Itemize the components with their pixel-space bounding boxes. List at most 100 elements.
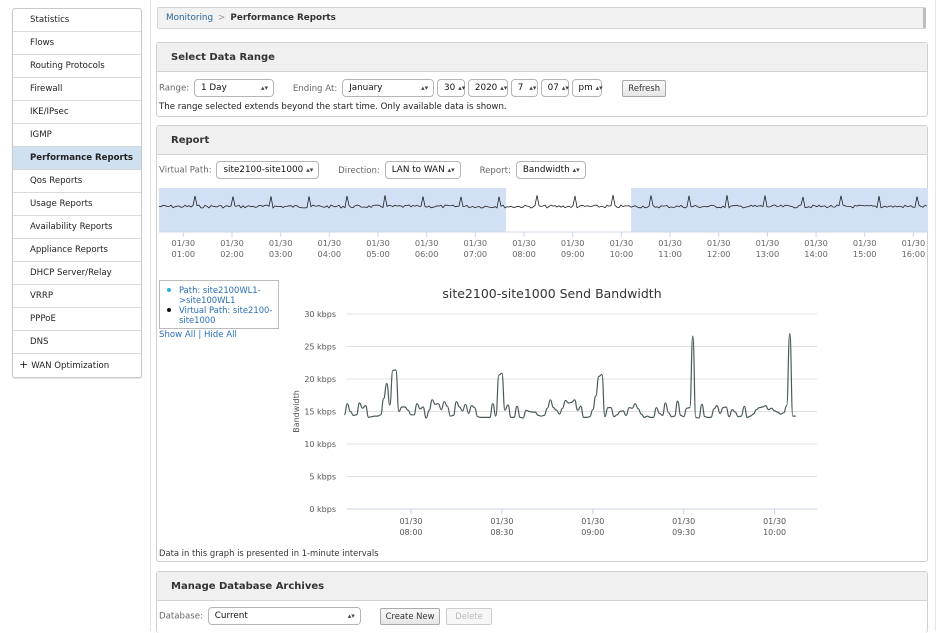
navigator-shade-right[interactable] (631, 188, 928, 232)
navigator-tick-label: 06:00 (415, 249, 439, 259)
range-note: The range selected extends beyond the st… (159, 102, 507, 112)
sidebar-item-availability-reports[interactable]: Availability Reports (13, 216, 141, 239)
ampm-select[interactable]: pm▴▾ (572, 79, 602, 97)
navigator-tick-label: 09:00 (561, 249, 585, 259)
x-tick-label: 09:30 (672, 528, 695, 537)
navigator-tick-label: 01/30 (512, 238, 536, 248)
x-tick-label: 01/30 (763, 517, 786, 526)
panel-title: Select Data Range (157, 43, 927, 72)
navigator-tick-label: 01/30 (707, 238, 731, 248)
virtual-path-label: Virtual Path: (159, 166, 212, 176)
navigator-tick-label: 02:00 (220, 249, 244, 259)
direction-label: Direction: (338, 166, 380, 176)
breadcrumb-monitoring-link[interactable]: Monitoring (166, 13, 213, 23)
navigator-tick-label: 13:00 (756, 249, 780, 259)
range-select-value: 1 Day (201, 83, 227, 93)
database-select-value: Current (215, 611, 248, 621)
overview-navigator-chart[interactable]: 01/3001:0001/3002:0001/3003:0001/3004:00… (157, 186, 929, 266)
x-tick-label: 10:00 (763, 528, 786, 537)
breadcrumb-current: Performance Reports (230, 13, 335, 23)
sidebar-item-flows[interactable]: Flows (13, 32, 141, 55)
navigator-tick-label: 01/30 (756, 238, 780, 248)
chart-footnote: Data in this graph is presented in 1-min… (159, 548, 379, 558)
panel-title: Report (157, 126, 927, 155)
direction-select[interactable]: LAN to WAN▴▾ (385, 161, 461, 179)
delete-button[interactable]: Delete (446, 608, 492, 625)
sidebar-nav: StatisticsFlowsRouting ProtocolsFirewall… (12, 8, 142, 378)
select-arrows-icon: ▴▾ (348, 608, 355, 624)
x-tick-label: 08:30 (490, 528, 513, 537)
y-axis-label: Bandwidth (292, 390, 301, 433)
panel-title: Manage Database Archives (157, 572, 927, 601)
navigator-tick-label: 01/30 (902, 238, 926, 248)
select-data-range-panel: Select Data Range Range: 1 Day ▴▾ Ending … (156, 42, 928, 117)
legend-item[interactable]: Path: site2100WL1->site100WL1 (166, 285, 274, 305)
sidebar-item-appliance-reports[interactable]: Appliance Reports (13, 239, 141, 262)
navigator-tick-label: 03:00 (269, 249, 293, 259)
y-tick-label: 30 kbps (304, 310, 336, 319)
navigator-tick-label: 14:00 (804, 249, 828, 259)
sidebar-item-dns[interactable]: DNS (13, 331, 141, 354)
sidebar-item-wan-optimization[interactable]: +WAN Optimization (13, 354, 141, 377)
navigator-tick-label: 12:00 (707, 249, 731, 259)
chart-legend: Path: site2100WL1->site100WL1Virtual Pat… (159, 280, 279, 329)
sidebar-item-firewall[interactable]: Firewall (13, 78, 141, 101)
navigator-tick-label: 01/30 (269, 238, 293, 248)
bandwidth-line-chart: site2100-site1000 Send Bandwidth0 kbps5 … (277, 281, 939, 551)
sidebar-item-statistics[interactable]: Statistics (13, 9, 141, 32)
sidebar-item-ike-ipsec[interactable]: IKE/IPsec (13, 101, 141, 124)
ending-at-label: Ending At: (293, 84, 337, 94)
navigator-tick-label: 01/30 (658, 238, 682, 248)
hour-select-value: 7 (518, 83, 524, 93)
refresh-button[interactable]: Refresh (622, 80, 666, 97)
x-tick-label: 08:00 (399, 528, 422, 537)
range-select[interactable]: 1 Day ▴▾ (194, 79, 274, 97)
navigator-shade-left[interactable] (159, 188, 506, 232)
y-tick-label: 0 kbps (309, 505, 336, 514)
navigator-tick-label: 01:00 (172, 249, 196, 259)
sidebar-item-usage-reports[interactable]: Usage Reports (13, 193, 141, 216)
day-select[interactable]: 30▴▾ (437, 79, 465, 97)
month-select[interactable]: January▴▾ (342, 79, 434, 97)
navigator-tick-label: 01/30 (220, 238, 244, 248)
sidebar-item-igmp[interactable]: IGMP (13, 124, 141, 147)
select-arrows-icon: ▴▾ (529, 84, 536, 92)
y-tick-label: 20 kbps (304, 375, 336, 384)
virtual-path-select[interactable]: site2100-site1000▴▾ (216, 161, 319, 179)
sidebar-item-dhcp-server-relay[interactable]: DHCP Server/Relay (13, 262, 141, 285)
database-select[interactable]: Current ▴▾ (208, 607, 361, 625)
navigator-tick-label: 01/30 (415, 238, 439, 248)
x-tick-label: 01/30 (399, 517, 422, 526)
year-select[interactable]: 2020▴▾ (468, 79, 508, 97)
navigator-tick-label: 01/30 (318, 238, 342, 248)
navigator-tick-label: 05:00 (366, 249, 390, 259)
select-arrows-icon: ▴▾ (261, 80, 268, 96)
range-label: Range: (159, 84, 189, 94)
sidebar-item-performance-reports[interactable]: Performance Reports (13, 147, 141, 170)
navigator-tick-label: 10:00 (610, 249, 634, 259)
navigator-tick-label: 04:00 (318, 249, 342, 259)
legend-dot-icon (167, 308, 171, 312)
manage-archives-panel: Manage Database Archives Database: Curre… (156, 571, 928, 633)
create-new-button[interactable]: Create New (380, 608, 441, 625)
sidebar-item-qos-reports[interactable]: Qos Reports (13, 170, 141, 193)
report-type-label: Report: (480, 166, 511, 176)
report-type-select-value: Bandwidth (523, 165, 570, 175)
navigator-tick-label: 01/30 (561, 238, 585, 248)
sidebar-item-routing-protocols[interactable]: Routing Protocols (13, 55, 141, 78)
legend-item[interactable]: Virtual Path: site2100-site1000 (166, 305, 274, 325)
hide-all-link[interactable]: Hide All (204, 330, 237, 340)
navigator-tick-label: 07:00 (464, 249, 488, 259)
navigator-tick-label: 08:00 (512, 249, 536, 259)
minute-select[interactable]: 07▴▾ (541, 79, 569, 97)
sidebar-item-vrrp[interactable]: VRRP (13, 285, 141, 308)
sidebar-item-pppoe[interactable]: PPPoE (13, 308, 141, 331)
navigator-tick-label: 01/30 (853, 238, 877, 248)
link-separator: | (198, 330, 201, 340)
report-type-select[interactable]: Bandwidth▴▾ (516, 161, 586, 179)
hour-select[interactable]: 7 ▴▾ (511, 79, 538, 97)
show-all-link[interactable]: Show All (159, 330, 196, 340)
database-label: Database: (159, 612, 203, 622)
select-arrows-icon: ▴▾ (500, 84, 507, 92)
month-select-value: January (349, 83, 382, 93)
